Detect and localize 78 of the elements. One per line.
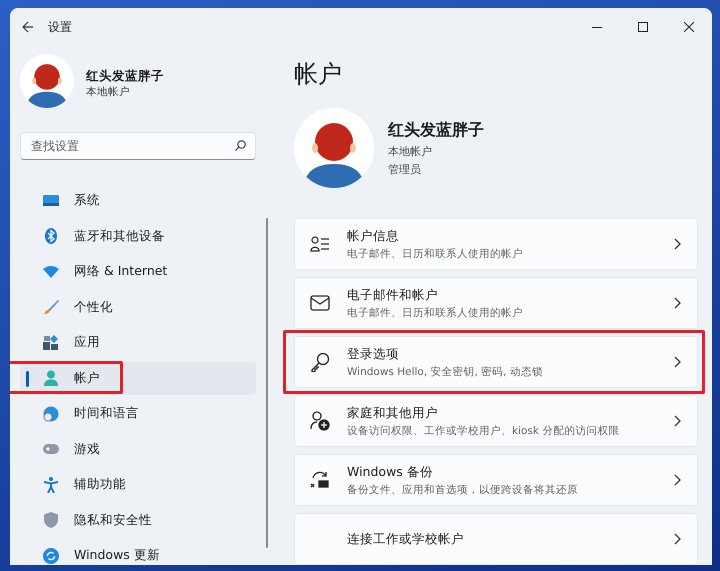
user-role: 管理员 <box>388 162 422 177</box>
nav-item[interactable]: 游戏 <box>20 432 256 466</box>
apps-icon <box>43 334 59 350</box>
user-name: 红头发蓝胖子 <box>388 120 484 141</box>
add-person-icon <box>310 411 330 431</box>
nav-label: 系统 <box>74 192 100 209</box>
nav-label: 辅助功能 <box>74 476 126 493</box>
settings-card[interactable]: 登录选项 Windows Hello, 安全密钥, 密码, 动态锁 <box>294 336 698 388</box>
chevron-right-icon <box>674 474 681 486</box>
bluetooth-icon <box>44 228 58 244</box>
card-title: 家庭和其他用户 <box>347 404 439 422</box>
nav-label: Windows 更新 <box>74 547 160 564</box>
brush-icon <box>43 299 59 315</box>
card-subtitle: 电子邮件、日历和联系人使用的帐户 <box>347 306 524 320</box>
nav-label: 网络 & Internet <box>74 263 168 280</box>
settings-card[interactable]: 帐户信息 电子邮件、日历和联系人使用的帐户 <box>294 218 698 270</box>
nav-item[interactable]: 辅助功能 <box>20 468 256 501</box>
chevron-right-icon <box>674 296 681 308</box>
avatar-icon <box>20 54 74 108</box>
globe-clock-icon <box>43 406 59 422</box>
selection-indicator <box>26 370 29 386</box>
nav-item[interactable]: 网络 & Internet <box>20 255 256 288</box>
card-title: 帐户信息 <box>347 228 400 244</box>
nav-label: 个性化 <box>74 298 113 316</box>
person-icon <box>44 370 58 386</box>
nav-label: 游戏 <box>74 440 100 458</box>
card-subtitle: Windows Hello, 安全密钥, 密码, 动态锁 <box>347 364 544 378</box>
nav-item[interactable]: Windows 更新 <box>20 539 256 565</box>
gamepad-icon <box>43 443 59 455</box>
nav-item[interactable]: 时间和语言 <box>20 397 256 430</box>
card-title: 连接工作或学校帐户 <box>347 530 465 548</box>
settings-card[interactable]: 家庭和其他用户 设备访问权限、工作或学校用户、kiosk 分配的访问权限 <box>294 395 698 447</box>
page-title: 帐户 <box>294 59 343 90</box>
back-arrow-icon[interactable] <box>22 20 34 32</box>
nav-item[interactable]: 帐户 <box>20 362 256 394</box>
chevron-right-icon <box>674 532 681 544</box>
avatar-icon <box>294 108 374 188</box>
settings-card[interactable]: 电子邮件和帐户 电子邮件、日历和联系人使用的帐户 <box>294 277 698 329</box>
card-title: 登录选项 <box>347 346 400 362</box>
nav-label: 应用 <box>74 334 100 351</box>
settings-card[interactable]: Windows 备份 备份文件、应用和首选项，以便跨设备将其还原 <box>294 454 698 506</box>
nav-label: 帐户 <box>74 370 100 386</box>
nav-label: 蓝牙和其他设备 <box>74 228 165 244</box>
search-field[interactable]: 查找设置 <box>20 132 256 160</box>
refresh-icon <box>43 548 59 564</box>
wifi-icon <box>43 266 59 278</box>
nav-item[interactable]: 隐私和安全性 <box>20 504 256 536</box>
chevron-right-icon <box>674 414 681 426</box>
monitor-icon <box>43 194 59 208</box>
search-icon <box>235 140 246 151</box>
sync-device-icon <box>310 470 330 490</box>
settings-card[interactable]: 连接工作或学校帐户 <box>294 513 698 565</box>
contact-card-icon <box>310 236 330 252</box>
nav-item[interactable]: 蓝牙和其他设备 <box>20 220 256 252</box>
minimize-icon[interactable] <box>592 26 602 28</box>
user-name: 红头发蓝胖子 <box>86 68 164 84</box>
maximize-icon[interactable] <box>638 22 648 32</box>
nav-label: 时间和语言 <box>74 405 139 422</box>
card-subtitle: 设备访问权限、工作或学校用户、kiosk 分配的访问权限 <box>347 424 620 438</box>
card-title: Windows 备份 <box>347 464 434 480</box>
nav-item[interactable]: 个性化 <box>20 290 256 324</box>
nav-item[interactable]: 系统 <box>20 184 256 217</box>
accessibility-icon <box>44 476 58 492</box>
close-icon[interactable] <box>684 22 694 32</box>
mail-icon <box>310 295 330 311</box>
scrollbar[interactable] <box>266 218 268 548</box>
card-title: 电子邮件和帐户 <box>347 286 439 304</box>
window-title: 设置 <box>48 18 73 36</box>
chevron-right-icon <box>674 238 681 250</box>
key-icon <box>310 352 330 372</box>
shield-icon <box>44 512 58 528</box>
account-type: 本地帐户 <box>388 144 433 159</box>
card-subtitle: 电子邮件、日历和联系人使用的帐户 <box>347 246 524 260</box>
card-subtitle: 备份文件、应用和首选项，以便跨设备将其还原 <box>347 482 579 496</box>
account-type: 本地帐户 <box>86 84 131 98</box>
nav-label: 隐私和安全性 <box>74 512 152 528</box>
nav-item[interactable]: 应用 <box>20 326 256 359</box>
chevron-right-icon <box>674 356 681 368</box>
